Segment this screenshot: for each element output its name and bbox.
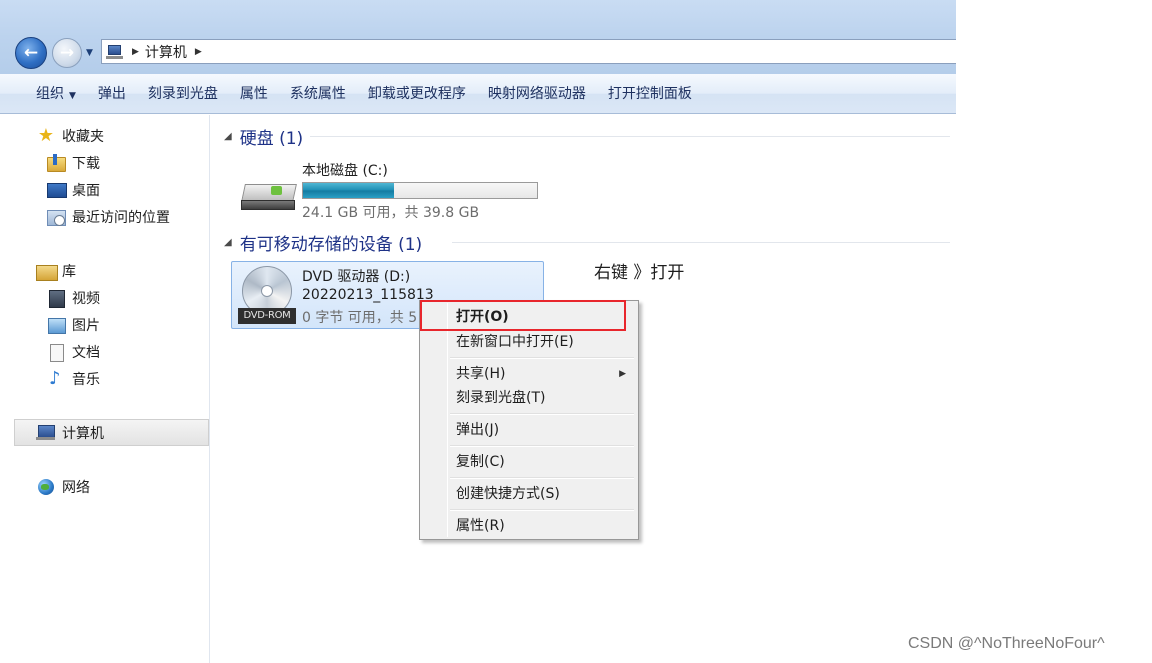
system-properties-button[interactable]: 系统属性 (279, 80, 357, 108)
sidebar-item-label: 收藏夹 (62, 128, 104, 145)
recent-places-icon (46, 208, 66, 226)
dvd-rom-badge: DVD-ROM (238, 308, 296, 324)
sidebar-item-label: 网络 (62, 479, 90, 496)
sidebar-item-videos[interactable]: 视频 (0, 284, 210, 311)
sidebar-item-label: 最近访问的位置 (72, 209, 170, 226)
sidebar-item-pictures[interactable]: 图片 (0, 311, 210, 338)
watermark: CSDN @^NoThreeNoFour^ (908, 635, 1105, 652)
menu-separator (450, 413, 634, 415)
submenu-arrow-icon: ▶ (619, 369, 626, 379)
organize-button[interactable]: 组织 ▼ (25, 80, 87, 108)
uninstall-program-button[interactable]: 卸载或更改程序 (357, 80, 477, 108)
dvd-drive-icon: DVD-ROM (238, 266, 296, 326)
command-bar: 组织 ▼ 弹出 刻录到光盘 属性 系统属性 卸载或更改程序 映射网络驱动器 打开控… (0, 74, 956, 114)
drive-name: DVD 驱动器 (D:) (302, 269, 411, 285)
network-group: 网络 (0, 473, 210, 500)
sidebar-item-label: 音乐 (72, 371, 100, 388)
drive-name: 本地磁盘 (C:) (302, 163, 388, 179)
breadcrumb-computer[interactable]: 计算机 (145, 42, 187, 62)
desktop-icon (46, 181, 67, 199)
sidebar-item-music[interactable]: 音乐 (0, 365, 210, 392)
drive-item-c[interactable]: 本地磁盘 (C:) 24.1 GB 可用，共 39.8 GB (236, 160, 566, 221)
sidebar-item-recent-places[interactable]: 最近访问的位置 (0, 203, 210, 230)
navigation-pane: ★ 收藏夹 下载 桌面 最近访问的位置 库 视频 图片 文档 ♪ 音乐 计算机 … (0, 115, 210, 663)
video-library-icon (46, 289, 66, 308)
menu-item-copy[interactable]: 复制(C) (422, 449, 636, 475)
open-control-panel-button[interactable]: 打开控制面板 (597, 80, 703, 108)
menu-item-create-shortcut[interactable]: 创建快捷方式(S) (422, 481, 636, 507)
sidebar-item-label: 文档 (72, 344, 100, 361)
collapse-triangle-icon[interactable]: ◢ (224, 131, 232, 142)
burn-to-disc-button[interactable]: 刻录到光盘 (137, 80, 229, 108)
menu-item-burn[interactable]: 刻录到光盘(T) (422, 385, 636, 411)
annotation-text: 右键 》打开 (594, 263, 685, 283)
group-divider (452, 242, 950, 243)
address-bar[interactable]: ▶ 计算机 ▶ (101, 39, 956, 64)
organize-label: 组织 (36, 85, 64, 102)
sidebar-item-label: 图片 (72, 317, 100, 334)
sidebar-item-libraries[interactable]: 库 (0, 257, 210, 284)
menu-item-properties[interactable]: 属性(R) (422, 513, 636, 539)
sidebar-item-favorites[interactable]: ★ 收藏夹 (0, 122, 210, 149)
menu-separator (450, 357, 634, 359)
removable-group-header[interactable]: ◢ 有可移动存储的设备 (1) (224, 231, 950, 255)
menu-item-label: 共享(H) (456, 366, 506, 382)
menu-item-eject[interactable]: 弹出(J) (422, 417, 636, 443)
context-menu: 打开(O) 在新窗口中打开(E) 共享(H) ▶ 刻录到光盘(T) 弹出(J) … (419, 300, 639, 540)
library-icon (36, 262, 58, 281)
group-divider (310, 136, 950, 137)
sidebar-item-label: 计算机 (62, 425, 104, 442)
forward-arrow-icon[interactable]: → (52, 38, 82, 68)
hard-disks-group-header[interactable]: ◢ 硬盘 (1) (224, 125, 950, 149)
document-library-icon (46, 343, 66, 362)
collapse-triangle-icon[interactable]: ◢ (224, 237, 232, 248)
sidebar-item-desktop[interactable]: 桌面 (0, 176, 210, 203)
sidebar-item-downloads[interactable]: 下载 (0, 149, 210, 176)
explorer-window: ← → ▼ ▶ 计算机 ▶ 组织 ▼ 弹出 刻录到光盘 属性 系统属性 卸载或更改… (0, 0, 956, 663)
group-title: 硬盘 (1) (239, 128, 304, 149)
downloads-folder-icon (46, 153, 66, 172)
computer-group: 计算机 (0, 419, 210, 446)
properties-button[interactable]: 属性 (229, 80, 279, 108)
menu-separator (450, 477, 634, 479)
breadcrumb-separator[interactable]: ▶ (195, 47, 202, 57)
highlight-box (420, 300, 626, 331)
recent-pages-dropdown[interactable]: ▼ (86, 48, 96, 58)
menu-item-open-new-window[interactable]: 在新窗口中打开(E) (422, 329, 636, 355)
menu-item-share[interactable]: 共享(H) ▶ (422, 361, 636, 387)
sidebar-item-label: 桌面 (72, 182, 100, 199)
picture-library-icon (46, 316, 66, 334)
back-arrow-icon[interactable]: ← (15, 37, 47, 69)
libraries-group: 库 视频 图片 文档 音乐 (0, 257, 210, 392)
sidebar-item-documents[interactable]: 文档 (0, 338, 210, 365)
computer-icon (36, 424, 56, 442)
hard-disk-icon (241, 180, 297, 216)
menu-separator (450, 509, 634, 511)
sidebar-item-computer[interactable]: 计算机 (14, 419, 209, 446)
drive-free-space: 0 字节 可用，共 5 (302, 310, 418, 326)
sidebar-item-label: 视频 (72, 290, 100, 307)
capacity-bar-fill (303, 183, 395, 198)
sidebar-item-network[interactable]: 网络 (0, 473, 210, 500)
sidebar-item-label: 下载 (72, 155, 100, 172)
breadcrumb-separator[interactable]: ▶ (132, 47, 139, 57)
computer-icon (106, 44, 124, 60)
music-library-icon (46, 368, 66, 389)
network-icon (36, 478, 56, 496)
volume-label: 20220213_115813 (302, 287, 434, 303)
map-network-drive-button[interactable]: 映射网络驱动器 (477, 80, 597, 108)
menu-separator (450, 445, 634, 447)
drive-free-space: 24.1 GB 可用，共 39.8 GB (302, 205, 480, 221)
title-bar: ← → ▼ ▶ 计算机 ▶ (0, 0, 956, 74)
sidebar-item-label: 库 (62, 263, 76, 280)
eject-button[interactable]: 弹出 (87, 80, 137, 108)
chevron-down-icon: ▼ (69, 90, 76, 101)
favorites-group: ★ 收藏夹 下载 桌面 最近访问的位置 (0, 122, 210, 230)
group-title: 有可移动存储的设备 (1) (239, 234, 423, 255)
capacity-bar (302, 182, 538, 199)
star-icon: ★ (37, 124, 55, 146)
